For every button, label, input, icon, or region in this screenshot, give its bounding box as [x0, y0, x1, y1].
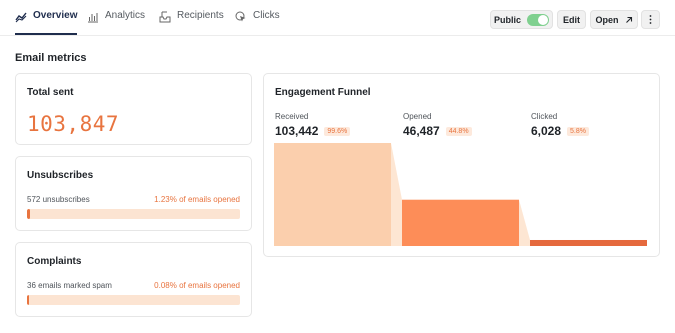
- complaints-rate: 0.08% of emails opened: [154, 281, 240, 290]
- edit-label: Edit: [563, 14, 580, 25]
- public-toggle-button[interactable]: Public: [490, 10, 553, 29]
- unsubscribes-count: 572 unsubscribes: [27, 195, 90, 204]
- open-button[interactable]: Open: [590, 10, 638, 29]
- complaints-bar: [27, 295, 240, 305]
- total-sent-value: 103,847: [27, 112, 120, 136]
- metric-row: 36 emails marked spam 0.08% of emails op…: [27, 281, 240, 290]
- total-sent-card: Total sent 103,847: [15, 73, 252, 145]
- trend-icon: [15, 11, 27, 23]
- tab-analytics[interactable]: Analytics: [87, 10, 145, 34]
- stage-percent-badge: 99.6%: [324, 126, 351, 136]
- stage-value: 6,028: [531, 124, 562, 138]
- open-label: Open: [595, 14, 619, 25]
- stage-label: Clicked: [531, 112, 558, 121]
- complaints-card: Complaints 36 emails marked spam 0.08% o…: [15, 242, 252, 317]
- card-title: Complaints: [27, 256, 82, 267]
- page-title: Email metrics: [15, 52, 87, 64]
- unsubscribes-card: Unsubscribes 572 unsubscribes 1.23% of e…: [15, 156, 252, 231]
- stage-percent-badge: 44.8%: [445, 126, 472, 136]
- edit-button[interactable]: Edit: [557, 10, 586, 29]
- card-title: Unsubscribes: [27, 170, 94, 181]
- engagement-funnel-card: Engagement Funnel Received 103,442 99.6%…: [263, 73, 660, 257]
- stage-label: Received: [275, 112, 309, 121]
- tab-label: Overview: [33, 10, 78, 21]
- unsubscribes-rate: 1.23% of emails opened: [154, 195, 240, 204]
- tab-label: Recipients: [177, 10, 224, 21]
- card-title: Total sent: [27, 87, 74, 98]
- more-vertical-icon: [649, 15, 652, 24]
- public-toggle[interactable]: [527, 13, 549, 26]
- stage-label: Opened: [403, 112, 432, 121]
- bar-chart-icon: [87, 11, 99, 23]
- unsubscribes-bar: [27, 209, 240, 219]
- metric-row: 572 unsubscribes 1.23% of emails opened: [27, 195, 240, 204]
- top-nav: Overview Analytics Recipients Clicks Pub…: [0, 0, 675, 36]
- stage-percent-badge: 5.8%: [567, 126, 589, 136]
- tab-clicks[interactable]: Clicks: [235, 10, 280, 34]
- unsubscribes-bar-fill: [27, 209, 30, 219]
- arrow-up-right-icon: [625, 16, 633, 24]
- funnel-bar-clicked: [530, 239, 647, 246]
- funnel-connector: [519, 199, 530, 246]
- funnel-stage-received: Received 103,442 99.6%: [275, 112, 351, 138]
- funnel-stage-clicked: Clicked 6,028 5.8%: [531, 112, 589, 138]
- tab-label: Analytics: [105, 10, 146, 21]
- more-button[interactable]: [641, 10, 660, 29]
- funnel-bar-received: [274, 143, 391, 246]
- funnel-chart: [274, 143, 647, 246]
- card-title: Engagement Funnel: [275, 87, 371, 98]
- funnel-stage-opened: Opened 46,487 44.8%: [403, 112, 472, 138]
- inbox-icon: [159, 11, 171, 23]
- tab-overview[interactable]: Overview: [15, 10, 78, 35]
- funnel-bar-opened: [402, 199, 519, 246]
- cursor-click-icon: [235, 11, 247, 23]
- stage-value: 103,442: [275, 124, 319, 138]
- complaints-count: 36 emails marked spam: [27, 281, 112, 290]
- stage-value: 46,487: [403, 124, 440, 138]
- funnel-connector: [391, 143, 402, 246]
- tab-recipients[interactable]: Recipients: [159, 10, 224, 34]
- public-label: Public: [493, 14, 521, 25]
- tab-label: Clicks: [253, 10, 280, 21]
- complaints-bar-fill: [27, 295, 29, 305]
